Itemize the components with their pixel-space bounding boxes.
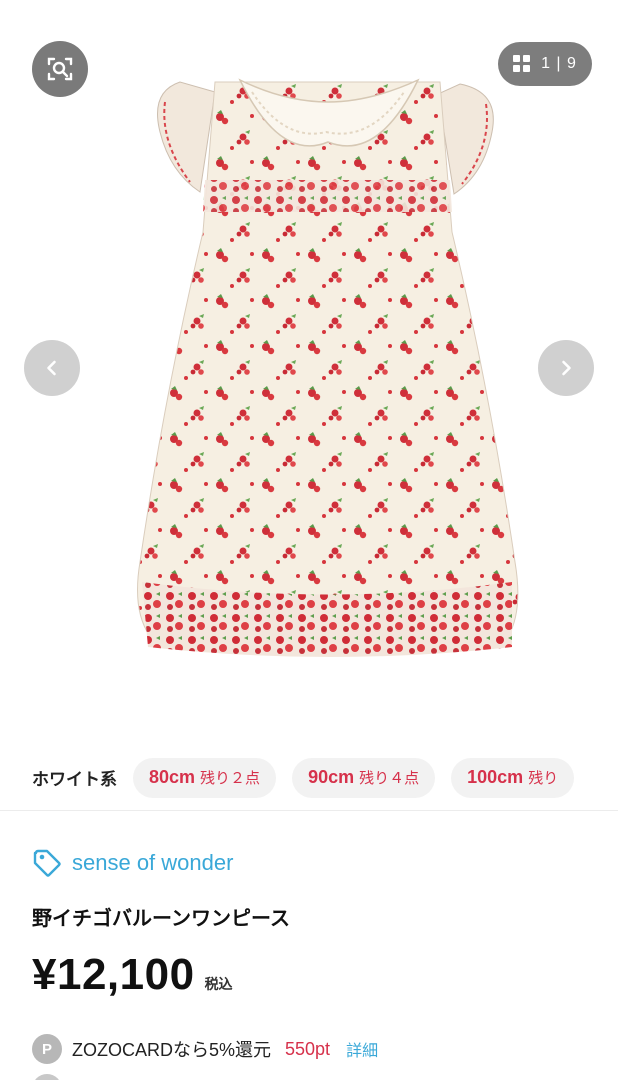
size-chip-100[interactable]: 100cm 残り	[451, 757, 575, 798]
total-count: 9	[567, 55, 577, 72]
stock-label: 残り	[528, 770, 559, 787]
current-index: 1	[541, 55, 551, 72]
previous-image-button[interactable]	[24, 340, 80, 396]
chevron-left-icon	[47, 360, 56, 376]
color-label: ホワイト系	[32, 770, 117, 789]
size-label: 90cm	[308, 767, 355, 787]
product-title: 野イチゴバルーンワンピース	[32, 908, 290, 930]
chevron-right-icon	[562, 360, 571, 376]
image-counter[interactable]: 1 | 9	[498, 42, 592, 86]
points-row: P ZOZOCARDなら5%還元 550pt 詳細	[32, 1034, 378, 1064]
stock-label: 残り４点	[359, 770, 420, 787]
product-image[interactable]	[120, 62, 540, 682]
brand-name: sense of wonder	[72, 850, 234, 875]
points-text: ZOZOCARDなら5%還元	[72, 1040, 272, 1060]
size-label: 100cm	[467, 767, 524, 787]
tag-icon	[33, 849, 61, 877]
variant-selector: ホワイト系 80cm 残り２点 90cm 残り４点 100cm 残り	[0, 745, 618, 811]
image-search-button[interactable]	[32, 41, 88, 97]
price-row: ¥12,100 税込	[32, 950, 233, 1000]
points-details-link[interactable]: 詳細	[346, 1037, 378, 1061]
points-value: 550pt	[285, 1038, 331, 1059]
stock-label: 残り２点	[200, 770, 261, 787]
brand-link[interactable]: sense of wonder	[32, 848, 233, 878]
next-section-icon	[32, 1074, 62, 1080]
counter-separator: |	[556, 55, 562, 72]
points-icon: P	[32, 1034, 62, 1064]
size-chip-90[interactable]: 90cm 残り４点	[292, 757, 436, 798]
image-search-icon	[47, 57, 73, 81]
price: ¥12,100	[32, 950, 195, 999]
size-label: 80cm	[149, 767, 196, 787]
tax-label: 税込	[204, 976, 233, 992]
image-counter-text: 1 | 9	[541, 55, 577, 73]
next-image-button[interactable]	[538, 340, 594, 396]
size-chip-80[interactable]: 80cm 残り２点	[133, 757, 277, 798]
grid-icon	[513, 55, 531, 72]
product-gallery[interactable]: 1 | 9	[0, 0, 618, 745]
